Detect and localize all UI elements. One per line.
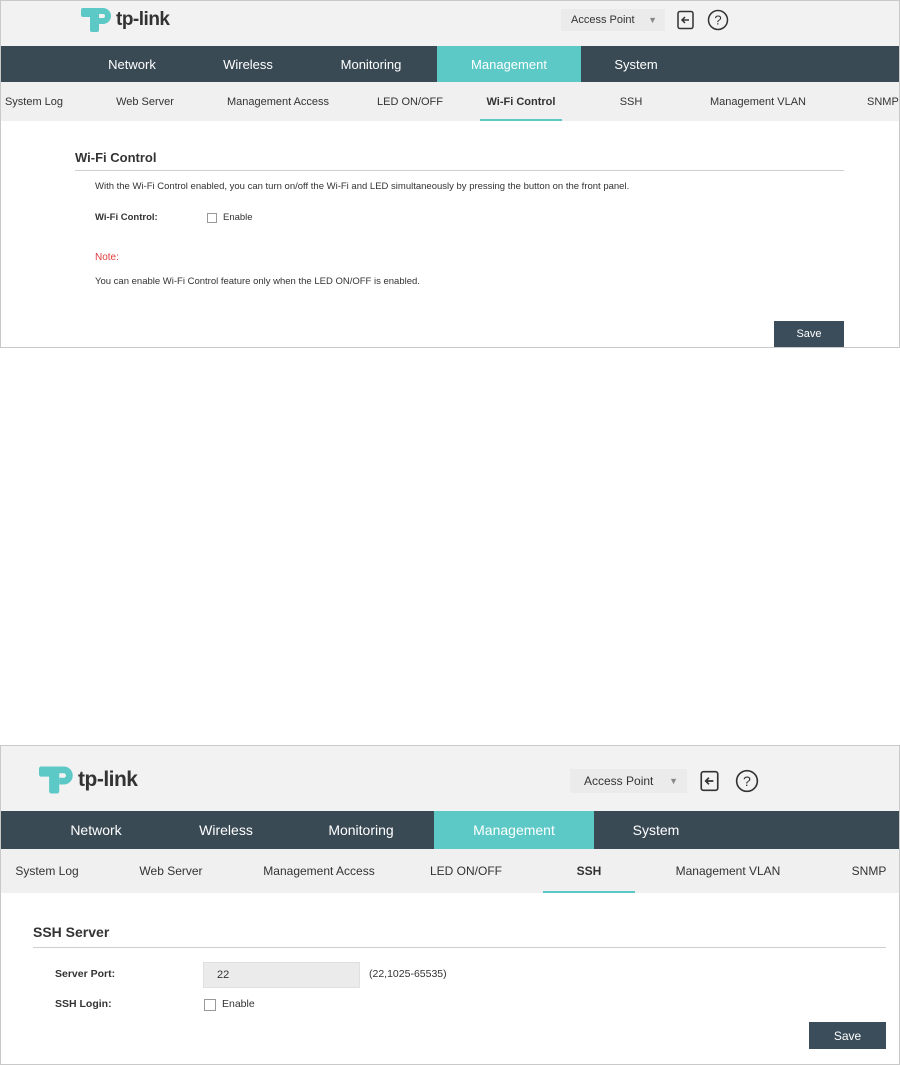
tab-management-vlan[interactable]: Management VLAN (663, 849, 793, 893)
nav-system[interactable]: System (606, 811, 706, 849)
tab-management-access[interactable]: Management Access (215, 82, 341, 121)
mode-select-value: Access Point (584, 774, 654, 788)
sub-nav: System Log Web Server Management Access … (1, 849, 899, 893)
nav-monitoring[interactable]: Monitoring (311, 46, 431, 82)
mode-select-value: Access Point (571, 14, 635, 26)
tab-system-log[interactable]: System Log (1, 82, 67, 121)
logout-icon[interactable] (699, 770, 720, 792)
server-port-label: Server Port: (55, 968, 116, 980)
server-port-input[interactable]: 22 (203, 962, 360, 988)
ssh-page: tp-link Access Point ▼ ? Network Wireles… (0, 745, 900, 1065)
tab-wifi-control[interactable]: Wi-Fi Control (480, 82, 562, 121)
tab-led-on-off[interactable]: LED ON/OFF (421, 849, 511, 893)
tp-link-logo-icon (39, 766, 73, 794)
note-text: You can enable Wi-Fi Control feature onl… (95, 276, 420, 287)
ssh-login-checkbox[interactable] (204, 999, 216, 1011)
logout-icon[interactable] (676, 10, 695, 30)
help-icon[interactable]: ? (735, 769, 759, 793)
description-text: With the Wi-Fi Control enabled, you can … (95, 181, 630, 192)
wifi-control-page: tp-link Access Point ▼ ? Network Wireles… (0, 0, 900, 348)
save-button[interactable]: Save (774, 321, 844, 347)
nav-system[interactable]: System (586, 46, 686, 82)
tab-led-on-off[interactable]: LED ON/OFF (369, 82, 451, 121)
chevron-down-icon: ▼ (669, 776, 678, 786)
tab-management-access[interactable]: Management Access (251, 849, 387, 893)
tab-system-log[interactable]: System Log (5, 849, 89, 893)
nav-network[interactable]: Network (41, 811, 151, 849)
nav-monitoring[interactable]: Monitoring (301, 811, 421, 849)
nav-management[interactable]: Management (437, 46, 581, 82)
tab-snmp[interactable]: SNMP (839, 849, 899, 893)
mode-select[interactable]: Access Point ▼ (561, 9, 665, 31)
brand-name: tp-link (78, 768, 138, 791)
chevron-down-icon: ▼ (648, 15, 657, 25)
section-divider (33, 947, 886, 948)
ssh-login-enable-label: Enable (222, 998, 255, 1010)
tp-link-logo-icon (81, 8, 111, 32)
top-bar: tp-link Access Point ▼ ? (1, 746, 899, 811)
tp-link-logo: tp-link (39, 762, 138, 798)
tab-ssh[interactable]: SSH (611, 82, 651, 121)
sub-nav: System Log Web Server Management Access … (1, 82, 899, 121)
nav-management[interactable]: Management (434, 811, 594, 849)
section-divider (75, 170, 844, 171)
section-title: Wi-Fi Control (75, 150, 157, 165)
wifi-control-label: Wi-Fi Control: (95, 212, 158, 223)
top-bar: tp-link Access Point ▼ ? (1, 1, 899, 46)
ssh-login-label: SSH Login: (55, 998, 112, 1010)
section-title: SSH Server (33, 924, 110, 940)
tab-management-vlan[interactable]: Management VLAN (699, 82, 817, 121)
nav-network[interactable]: Network (77, 46, 187, 82)
nav-wireless[interactable]: Wireless (171, 811, 281, 849)
tab-web-server[interactable]: Web Server (125, 849, 217, 893)
save-button[interactable]: Save (809, 1022, 886, 1049)
help-icon[interactable]: ? (707, 9, 729, 31)
wifi-control-enable-label: Enable (223, 212, 253, 223)
main-nav: Network Wireless Monitoring Management S… (1, 811, 899, 849)
brand-name: tp-link (116, 9, 170, 30)
svg-text:?: ? (743, 774, 751, 790)
svg-text:?: ? (714, 13, 721, 28)
tp-link-logo: tp-link (81, 4, 170, 36)
tab-ssh[interactable]: SSH (543, 849, 635, 893)
mode-select[interactable]: Access Point ▼ (570, 769, 687, 793)
tab-web-server[interactable]: Web Server (107, 82, 183, 121)
nav-wireless[interactable]: Wireless (193, 46, 303, 82)
server-port-hint: (22,1025-65535) (369, 968, 447, 980)
main-nav: Network Wireless Monitoring Management S… (1, 46, 899, 82)
tab-snmp[interactable]: SNMP (861, 82, 899, 121)
note-label: Note: (95, 252, 119, 263)
wifi-control-checkbox[interactable] (207, 213, 217, 223)
